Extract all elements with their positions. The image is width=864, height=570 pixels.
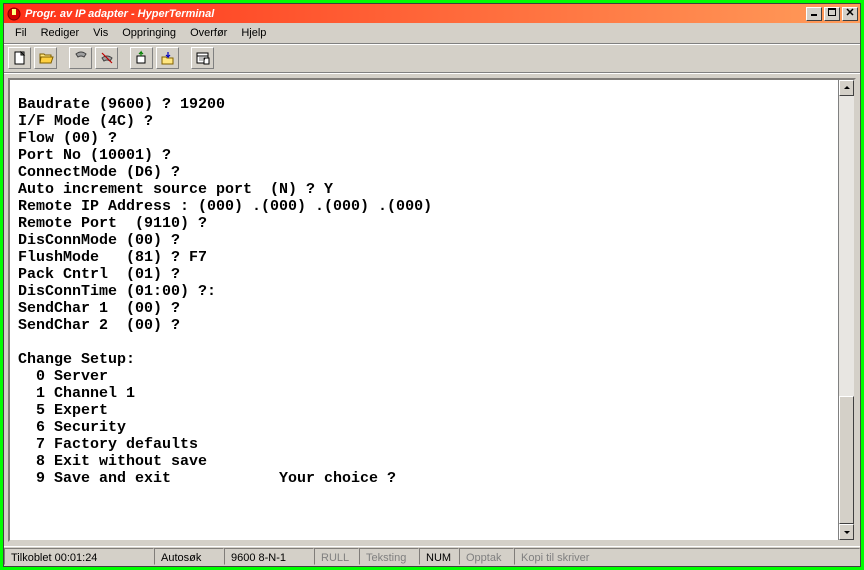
scroll-down-button[interactable] [839, 524, 854, 540]
open-folder-icon [38, 50, 54, 66]
connect-button[interactable] [69, 47, 92, 69]
status-settings: 9600 8-N-1 [224, 548, 314, 565]
status-scroll: RULL [314, 548, 359, 565]
send-button[interactable] [130, 47, 153, 69]
menu-hjelp[interactable]: Hjelp [234, 25, 273, 41]
menu-rediger[interactable]: Rediger [34, 25, 87, 41]
vertical-scrollbar[interactable] [838, 80, 854, 540]
menu-oppringing[interactable]: Oppringing [115, 25, 183, 41]
open-button[interactable] [34, 47, 57, 69]
statusbar: Tilkoblet 00:01:24 Autosøk 9600 8-N-1 RU… [4, 546, 860, 566]
status-caps: Teksting [359, 548, 419, 565]
chevron-up-icon [843, 84, 851, 92]
app-icon [6, 6, 22, 22]
send-icon [134, 50, 150, 66]
scroll-up-button[interactable] [839, 80, 854, 96]
chevron-down-icon [843, 528, 851, 536]
new-file-icon [12, 50, 28, 66]
disconnect-button[interactable] [95, 47, 118, 69]
menu-vis[interactable]: Vis [86, 25, 115, 41]
status-autodetect: Autosøk [154, 548, 224, 565]
receive-icon [160, 50, 176, 66]
titlebar: Progr. av IP adapter - HyperTerminal [4, 4, 860, 23]
status-print: Kopi til skriver [514, 548, 860, 565]
status-num: NUM [419, 548, 459, 565]
menu-fil[interactable]: Fil [8, 25, 34, 41]
scroll-thumb[interactable] [839, 396, 854, 524]
window-buttons [806, 7, 860, 21]
properties-icon [195, 50, 211, 66]
receive-button[interactable] [156, 47, 179, 69]
menu-overfor[interactable]: Overfør [183, 25, 234, 41]
status-capture: Opptak [459, 548, 514, 565]
properties-button[interactable] [191, 47, 214, 69]
scroll-track[interactable] [839, 96, 854, 524]
menubar: Fil Rediger Vis Oppringing Overfør Hjelp [4, 23, 860, 44]
terminal-output[interactable]: Baudrate (9600) ? 19200 I/F Mode (4C) ? … [10, 80, 838, 540]
client-area: Baudrate (9600) ? 19200 I/F Mode (4C) ? … [4, 73, 860, 546]
phone-icon [73, 50, 89, 66]
maximize-button[interactable] [824, 7, 840, 21]
status-connected: Tilkoblet 00:01:24 [4, 548, 154, 565]
new-button[interactable] [8, 47, 31, 69]
app-window: Progr. av IP adapter - HyperTerminal Fil… [3, 3, 861, 567]
window-title: Progr. av IP adapter - HyperTerminal [25, 8, 806, 20]
toolbar [4, 44, 860, 73]
phone-down-icon [99, 50, 115, 66]
terminal-frame: Baudrate (9600) ? 19200 I/F Mode (4C) ? … [8, 78, 856, 542]
close-button[interactable] [842, 7, 858, 21]
minimize-button[interactable] [806, 7, 822, 21]
